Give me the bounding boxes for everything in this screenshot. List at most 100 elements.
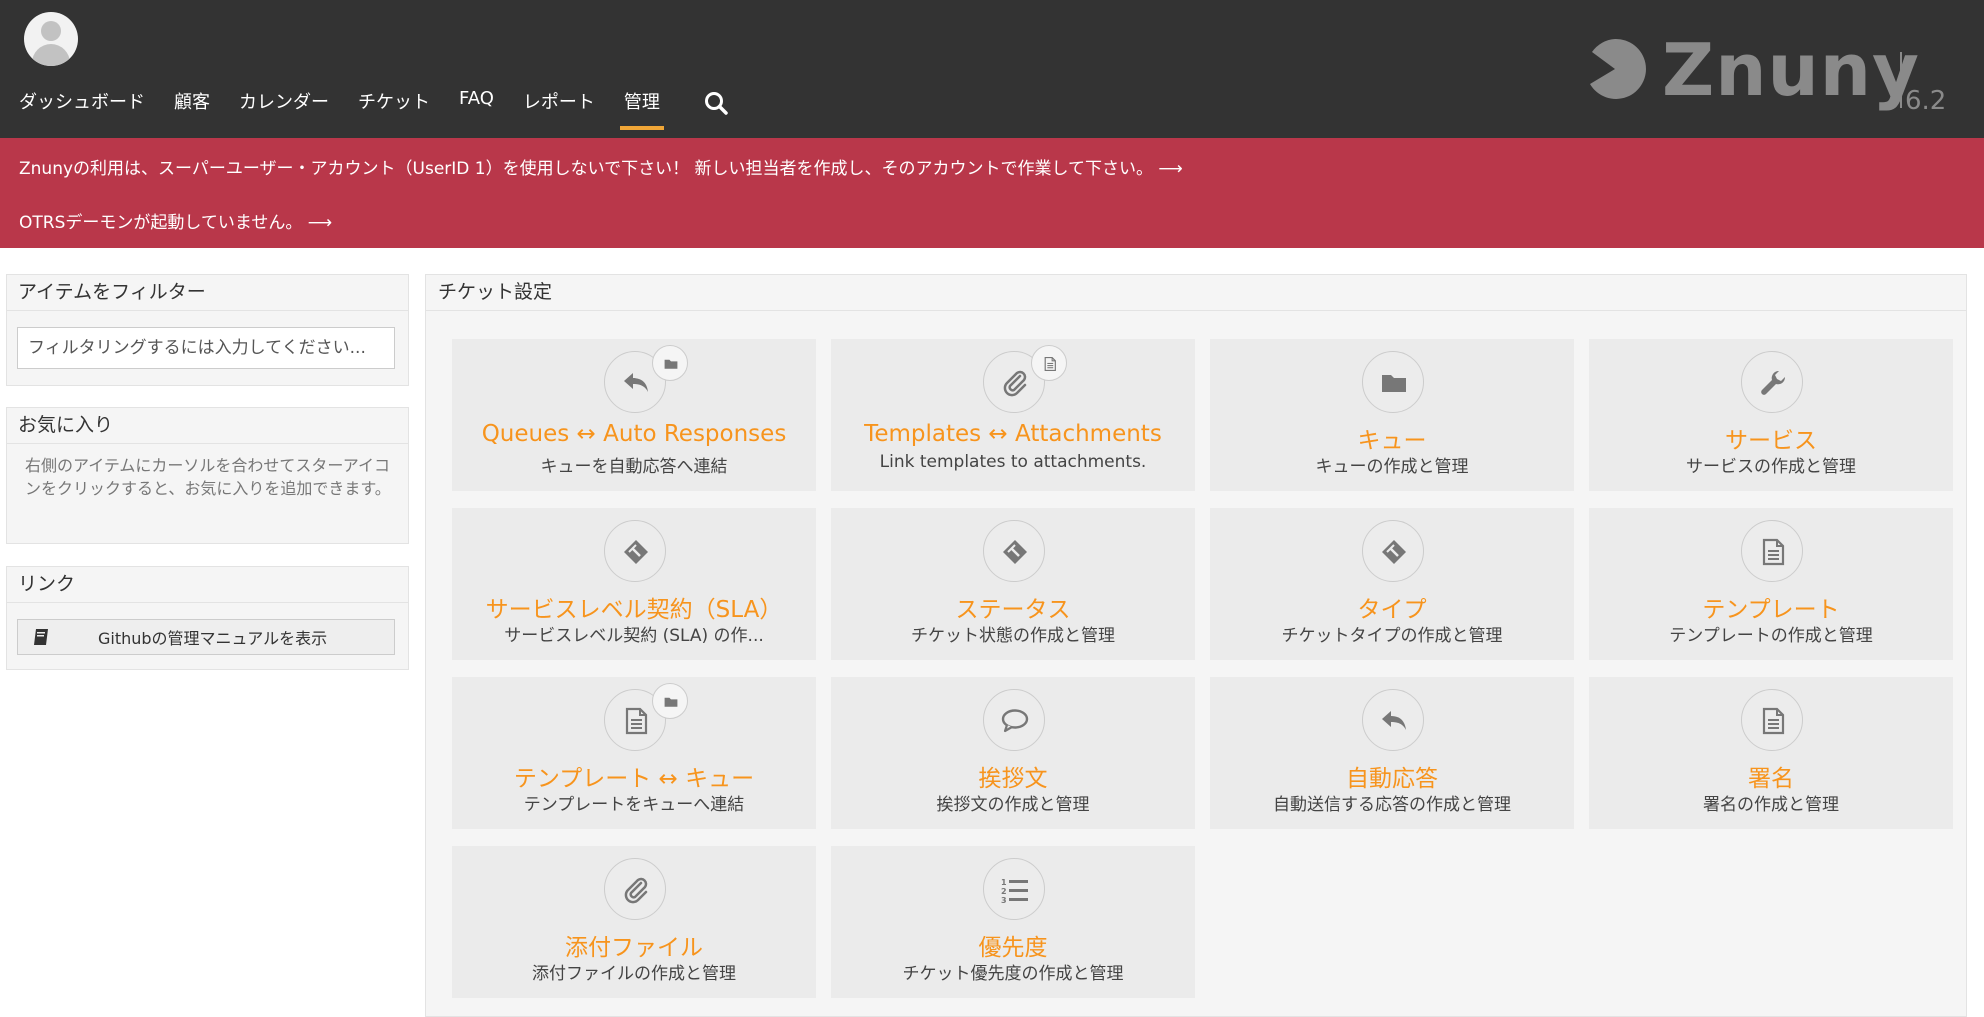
top-header: ダッシュボード 顧客 カレンダー チケット FAQ レポート 管理 Znuny … (0, 0, 1984, 138)
nav-reports[interactable]: レポート (523, 84, 595, 130)
admin-tile[interactable]: サービスレベル契約（SLA） サービスレベル契約 (SLA) の作... (452, 508, 816, 660)
nav-tickets[interactable]: チケット (358, 84, 430, 130)
tile-title: タイプ (1357, 597, 1427, 623)
admin-tile[interactable]: 署名署名の作成と管理 (1589, 677, 1953, 829)
admin-tile[interactable]: 挨拶文挨拶文の作成と管理 (831, 677, 1195, 829)
tile-description: 署名の作成と管理 (1703, 795, 1839, 815)
ticket-icon (1382, 540, 1406, 564)
github-manual-link[interactable]: Githubの管理マニュアルを表示 (17, 619, 395, 655)
tile-badge (652, 345, 688, 381)
filter-title: アイテムをフィルター (7, 275, 408, 311)
tile-icon-circle: 123 (983, 858, 1045, 920)
tile-description: 自動送信する応答の作成と管理 (1273, 795, 1511, 815)
folder-icon (664, 359, 678, 369)
tile-title: サービスレベル契約（SLA） (485, 597, 783, 623)
admin-tile[interactable]: テンプレート テンプレートの作成と管理 (1589, 508, 1953, 660)
tile-icon-circle (1741, 520, 1803, 582)
nav-customers[interactable]: 顧客 (174, 84, 210, 130)
document-icon (1762, 707, 1785, 735)
favorites-title: お気に入り (7, 408, 408, 444)
speech-bubble-icon (1001, 709, 1029, 733)
tile-icon-circle (604, 858, 666, 920)
tile-badge (1031, 345, 1067, 381)
tile-icon-circle (983, 520, 1045, 582)
logo-version: 6.2 (1905, 86, 1947, 116)
panel-title: チケット設定 (426, 275, 1966, 311)
links-title: リンク (7, 567, 408, 603)
admin-tile[interactable]: ステータス チケット状態の作成と管理 (831, 508, 1195, 660)
tile-title: 挨拶文 (978, 766, 1048, 792)
ordered-list-icon: 123 (1001, 878, 1028, 905)
logo-mark-icon (1590, 38, 1646, 99)
tile-icon-circle (1362, 351, 1424, 413)
tile-icon-circle (1362, 520, 1424, 582)
reply-icon (1382, 711, 1406, 730)
tile-description: 添付ファイルの作成と管理 (532, 964, 736, 984)
nav-calendar[interactable]: カレンダー (239, 84, 329, 130)
github-manual-label: Githubの管理マニュアルを表示 (98, 629, 328, 648)
main-nav: ダッシュボード 顧客 カレンダー チケット FAQ レポート 管理 (0, 84, 670, 132)
tile-title: Templates ↔ Attachments (864, 421, 1162, 447)
tile-title: 添付ファイル (565, 935, 703, 961)
paperclip-icon (1003, 370, 1027, 397)
document-icon (625, 707, 648, 735)
admin-tile[interactable]: Templates ↔ Attachments Link templates to… (831, 339, 1195, 491)
admin-tile[interactable]: 添付ファイル添付ファイルの作成と管理 (452, 846, 816, 998)
favorites-text: 右側のアイテムにカーソルを合わせてスターアイコンをクリックすると、お気に入りを追… (25, 456, 391, 498)
tile-description: チケット優先度の作成と管理 (902, 964, 1124, 984)
links-box: リンク Githubの管理マニュアルを表示 (6, 566, 409, 670)
tile-title: 自動応答 (1346, 766, 1438, 792)
filter-box: アイテムをフィルター (6, 274, 409, 386)
admin-tile[interactable]: 自動応答自動送信する応答の作成と管理 (1210, 677, 1574, 829)
alert-daemon[interactable]: OTRSデーモンが起動していません。 ⟶ (19, 208, 332, 233)
admin-tile[interactable]: サービス サービスの作成と管理 (1589, 339, 1953, 491)
reply-icon (624, 373, 648, 392)
nav-dashboard[interactable]: ダッシュボード (19, 84, 145, 130)
tile-icon-circle (1741, 689, 1803, 751)
admin-tile[interactable]: テンプレート ↔ キューテンプレートをキューへ連結 (452, 677, 816, 829)
alert-superuser[interactable]: Znunyの利用は、スーパーユーザー・アカウント（UserID 1）を使用しない… (19, 154, 1183, 179)
nav-faq[interactable]: FAQ (459, 84, 494, 130)
admin-tile[interactable]: キュー キューの作成と管理 (1210, 339, 1574, 491)
tile-description: チケット状態の作成と管理 (911, 626, 1115, 646)
paperclip-icon (624, 877, 648, 904)
tile-title: 署名 (1748, 766, 1794, 792)
logo-text: Znuny (1662, 28, 1920, 112)
tile-icon-circle (1362, 689, 1424, 751)
svg-text:1: 1 (1001, 878, 1007, 887)
admin-tile[interactable]: 1 2 3 優先度チケット優先度の作成と管理 (831, 846, 1195, 998)
wrench-icon (1761, 370, 1786, 395)
nav-admin[interactable]: 管理 (619, 84, 664, 130)
tile-icon-circle (604, 520, 666, 582)
folder-icon (664, 697, 678, 707)
tile-icon-circle (983, 689, 1045, 751)
document-icon (1044, 357, 1056, 371)
search-icon[interactable] (703, 90, 729, 116)
alert-bar: Znunyの利用は、スーパーユーザー・アカウント（UserID 1）を使用しない… (0, 138, 1984, 248)
admin-tile[interactable]: Queues ↔ Auto Responses キューを自動応答へ連結 (452, 339, 816, 491)
tile-badge (652, 683, 688, 719)
tile-title: Queues ↔ Auto Responses (481, 421, 787, 447)
avatar-icon[interactable] (24, 12, 78, 66)
tile-title: テンプレート ↔ キュー (513, 766, 755, 792)
tile-description: サービスレベル契約 (SLA) の作... (504, 626, 764, 646)
svg-text:2: 2 (1001, 887, 1007, 896)
tile-description: 挨拶文の作成と管理 (936, 795, 1090, 815)
tile-icon-circle (1741, 351, 1803, 413)
tile-title: キュー (1357, 428, 1427, 454)
logo-divider (1900, 52, 1902, 108)
admin-tile[interactable]: タイプ チケットタイプの作成と管理 (1210, 508, 1574, 660)
book-icon (34, 629, 48, 645)
ticket-icon (1003, 540, 1027, 564)
ticket-settings-panel: チケット設定 Queues ↔ Auto Responses キューを自動応答へ連… (425, 274, 1967, 1017)
filter-input[interactable] (17, 327, 395, 369)
favorites-box: お気に入り 右側のアイテムにカーソルを合わせてスターアイコンをクリックすると、お… (6, 407, 409, 544)
tile-description: サービスの作成と管理 (1686, 457, 1856, 477)
folder-icon (1382, 375, 1406, 392)
ticket-icon (624, 540, 648, 564)
tile-description: テンプレートをキューへ連結 (523, 795, 745, 815)
tile-description: テンプレートの作成と管理 (1669, 626, 1873, 646)
znuny-logo: Znuny 6.2 (1580, 28, 1970, 120)
tile-title: 優先度 (978, 935, 1048, 961)
tile-description: キューを自動応答へ連結 (540, 457, 728, 477)
